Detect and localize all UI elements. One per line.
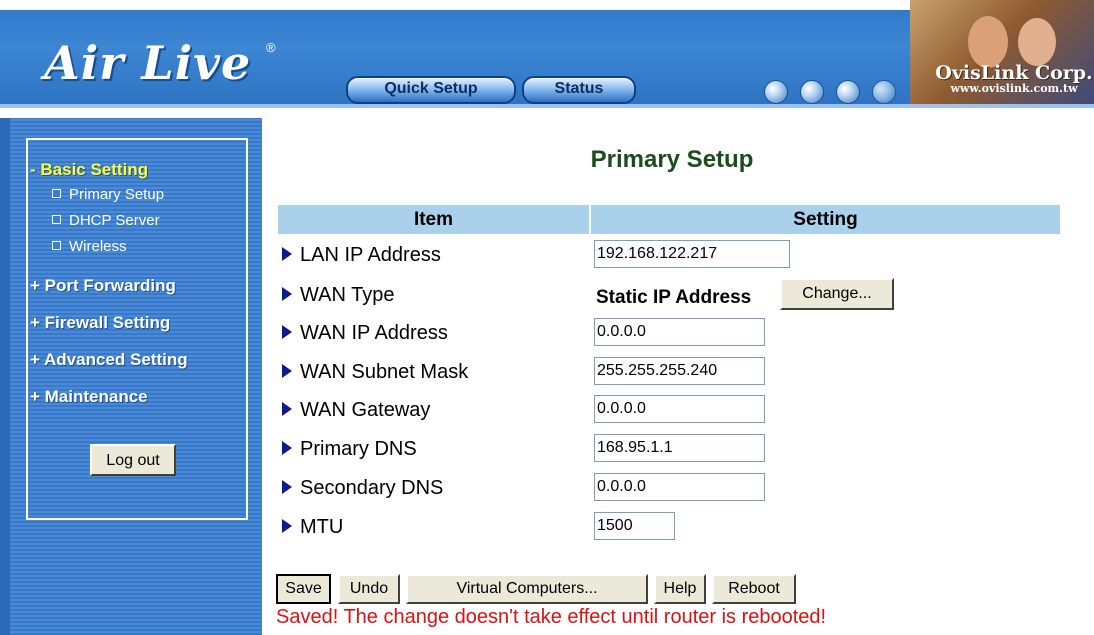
row-label-wan-subnet: WAN Subnet Mask — [282, 361, 468, 384]
arrow-right-icon — [282, 441, 292, 455]
globe-icon — [872, 80, 896, 104]
status-button[interactable]: Status — [522, 76, 636, 104]
secondary-dns-input[interactable] — [594, 473, 765, 501]
arrow-right-icon — [282, 325, 292, 339]
sidebar-item-firewall-setting[interactable]: + Firewall Setting — [30, 313, 170, 333]
sidebar-item-maintenance[interactable]: + Maintenance — [30, 387, 148, 407]
virtual-computers-button[interactable]: Virtual Computers... — [406, 574, 648, 604]
row-label-secondary-dns: Secondary DNS — [282, 477, 443, 500]
corp-url: www.ovislink.com.tw — [950, 82, 1078, 95]
lan-ip-input[interactable] — [594, 240, 790, 268]
row-label-lan-ip: LAN IP Address — [282, 244, 441, 267]
help-button[interactable]: Help — [654, 574, 706, 604]
row-label-wan-type: WAN Type — [282, 284, 394, 307]
column-header-item: Item — [278, 205, 589, 234]
sidebar-subitem-wireless[interactable]: Wireless — [52, 238, 127, 255]
change-wan-type-button[interactable]: Change... — [780, 278, 894, 310]
row-label-wan-ip: WAN IP Address — [282, 322, 448, 345]
globe-icon — [836, 80, 860, 104]
sidebar-subitem-label: Primary Setup — [69, 186, 165, 203]
column-header-setting: Setting — [591, 205, 1060, 234]
save-button[interactable]: Save — [276, 574, 331, 604]
undo-button[interactable]: Undo — [338, 574, 400, 604]
arrow-right-icon — [282, 287, 292, 301]
sidebar-item-port-forwarding[interactable]: + Port Forwarding — [30, 276, 176, 296]
arrow-right-icon — [282, 519, 292, 533]
arrow-right-icon — [282, 480, 292, 494]
corp-name: OvisLink Corp. — [935, 62, 1093, 84]
square-bullet-icon — [52, 215, 61, 224]
arrow-right-icon — [282, 247, 292, 261]
square-bullet-icon — [52, 241, 61, 250]
table-header: Item Setting — [278, 205, 1060, 234]
sidebar-subitem-label: Wireless — [69, 238, 127, 255]
sidebar-item-basic-setting[interactable]: - Basic Setting — [30, 160, 148, 180]
airlive-logo: Air Live — [44, 36, 252, 90]
primary-dns-input[interactable] — [594, 434, 765, 462]
wan-subnet-input[interactable] — [594, 357, 765, 385]
globe-icon — [800, 80, 824, 104]
wan-gateway-input[interactable] — [594, 395, 765, 423]
reboot-button[interactable]: Reboot — [712, 574, 796, 604]
sidebar-item-advanced-setting[interactable]: + Advanced Setting — [30, 350, 188, 370]
sidebar-subitem-label: DHCP Server — [69, 212, 160, 229]
wan-ip-input[interactable] — [594, 318, 765, 346]
sidebar-edge — [0, 118, 10, 635]
row-label-mtu: MTU — [282, 516, 343, 539]
header-banner: Air Live ® Quick Setup Status OvisLink C… — [0, 0, 1094, 118]
sidebar-subitem-primary-setup[interactable]: Primary Setup — [52, 186, 164, 203]
row-label-primary-dns: Primary DNS — [282, 438, 417, 461]
sidebar-subitem-dhcp-server[interactable]: DHCP Server — [52, 212, 160, 229]
arrow-right-icon — [282, 364, 292, 378]
quick-setup-button[interactable]: Quick Setup — [346, 76, 516, 104]
square-bullet-icon — [52, 189, 61, 198]
wan-type-value: Static IP Address — [596, 287, 752, 308]
row-label-wan-gateway: WAN Gateway — [282, 399, 430, 422]
mtu-input[interactable] — [594, 512, 675, 540]
status-message: Saved! The change doesn't take effect un… — [276, 606, 827, 628]
logo-registered-mark: ® — [266, 40, 276, 55]
logout-button[interactable]: Log out — [90, 444, 176, 476]
globe-icon — [764, 80, 788, 104]
page-title: Primary Setup — [590, 146, 754, 173]
header-bottom-border — [0, 108, 1094, 118]
corp-logo: OvisLink Corp. www.ovislink.com.tw — [934, 62, 1094, 95]
arrow-right-icon — [282, 402, 292, 416]
